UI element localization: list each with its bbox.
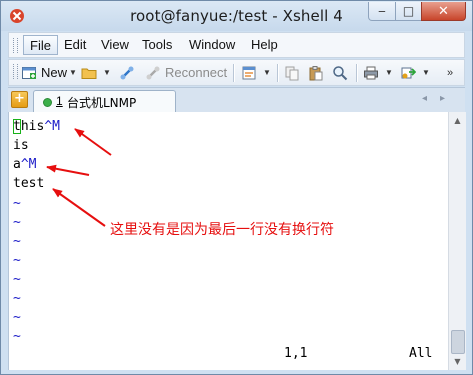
- empty-line-tilde: ~: [13, 329, 21, 344]
- scroll-indicator: All: [409, 346, 433, 361]
- terminal-line: this^M: [13, 119, 60, 135]
- connection-status-icon: [43, 98, 52, 107]
- tab-label: 台式机LNMP: [67, 96, 137, 110]
- terminal-view[interactable]: this^M is a^M test ~ ~ ~ ~ ~ ~ ~ ~ 这里没有是…: [8, 112, 449, 370]
- toolbar-separator: [233, 64, 235, 82]
- new-dropdown-icon[interactable]: ▼: [69, 68, 77, 77]
- toolbar-grip-handle[interactable]: [13, 64, 18, 79]
- menu-edit[interactable]: Edit: [58, 35, 92, 55]
- line-text: is: [13, 138, 29, 153]
- paste-button[interactable]: [308, 63, 328, 82]
- print-button[interactable]: ▼: [363, 63, 393, 82]
- plus-icon: +: [14, 91, 25, 106]
- arrow-to-line3: [46, 164, 90, 176]
- control-char: ^M: [20, 157, 37, 172]
- toolbar: New ▼ ▼ Reconnect ▼ ▼ ▼ »: [8, 59, 465, 86]
- new-session-button[interactable]: New ▼: [21, 63, 77, 82]
- scroll-thumb[interactable]: [451, 330, 465, 354]
- new-label: New: [41, 65, 68, 80]
- transfer-dropdown-icon[interactable]: ▼: [422, 68, 430, 77]
- find-button[interactable]: [332, 63, 352, 82]
- transfer-icon: [401, 67, 416, 78]
- arrow-to-line1: [74, 128, 112, 156]
- terminal-line: test: [13, 176, 44, 192]
- maximize-icon: □: [402, 4, 415, 18]
- add-session-tab-button[interactable]: +: [11, 91, 28, 108]
- tab-number: 1: [56, 94, 63, 108]
- print-dropdown-icon[interactable]: ▼: [385, 68, 393, 77]
- maximize-button[interactable]: □: [395, 2, 422, 21]
- copy-icon: [285, 66, 299, 80]
- menu-window[interactable]: Window: [183, 35, 241, 55]
- menu-grip-handle[interactable]: [13, 38, 18, 53]
- menu-tools[interactable]: Tools: [136, 35, 178, 55]
- folder-dropdown-icon[interactable]: ▼: [103, 68, 111, 77]
- transfer-button[interactable]: ▼: [400, 63, 430, 82]
- cursor-position: 1,1: [284, 346, 308, 361]
- empty-line-tilde: ~: [13, 272, 21, 287]
- tab-prev-icon[interactable]: ◂: [422, 93, 427, 104]
- connect-button[interactable]: [119, 63, 139, 82]
- close-button[interactable]: ✕: [421, 2, 466, 21]
- new-session-icon: [22, 66, 36, 79]
- toolbar-overflow-button[interactable]: »: [447, 63, 453, 82]
- close-icon: ✕: [438, 3, 449, 19]
- reconnect-label: Reconnect: [165, 65, 228, 80]
- vertical-scrollbar[interactable]: ▲ ▼: [448, 112, 466, 370]
- annotation-note: 这里没有是因为最后一行没有换行符: [110, 222, 334, 238]
- arrow-to-line4: [52, 188, 106, 227]
- menu-help[interactable]: Help: [245, 35, 284, 55]
- empty-line-tilde: ~: [13, 291, 21, 306]
- empty-line-tilde: ~: [13, 196, 21, 211]
- paste-icon: [309, 65, 323, 80]
- empty-line-tilde: ~: [13, 215, 21, 230]
- empty-line-tilde: ~: [13, 234, 21, 249]
- menu-view[interactable]: View: [95, 35, 135, 55]
- control-char: ^M: [44, 119, 60, 134]
- line-text: a: [13, 157, 21, 172]
- terminal-line: is: [13, 138, 29, 154]
- empty-line-tilde: ~: [13, 253, 21, 268]
- folder-icon: [81, 68, 97, 79]
- chevron-right-icon: »: [447, 66, 454, 79]
- toolbar-separator: [277, 64, 279, 82]
- scroll-down-icon[interactable]: ▼: [449, 353, 466, 370]
- properties-icon: [242, 66, 256, 79]
- terminal-line: a^M: [13, 157, 36, 173]
- empty-line-tilde: ~: [13, 310, 21, 325]
- tab-next-icon[interactable]: ▸: [440, 93, 445, 104]
- reconnect-icon: [146, 66, 160, 79]
- title-bar[interactable]: root@fanyue:/test - Xshell 4 ‒ □ ✕: [1, 1, 472, 31]
- minimize-button[interactable]: ‒: [368, 2, 396, 21]
- menu-bar: File Edit View Tools Window Help: [8, 32, 465, 58]
- session-tab-bar: + 1 台式机LNMP ◂ ▸: [8, 87, 465, 112]
- properties-button[interactable]: ▼: [241, 63, 271, 82]
- scroll-up-icon[interactable]: ▲: [449, 112, 466, 129]
- copy-button[interactable]: [284, 63, 304, 82]
- session-tab[interactable]: 1 台式机LNMP: [33, 90, 176, 112]
- open-folder-button[interactable]: ▼: [81, 63, 111, 82]
- xshell-window: root@fanyue:/test - Xshell 4 ‒ □ ✕ File …: [0, 0, 473, 375]
- properties-dropdown-icon[interactable]: ▼: [263, 68, 271, 77]
- link-icon: [120, 66, 134, 79]
- magnifier-icon: [333, 65, 348, 80]
- minimize-icon: ‒: [378, 4, 386, 18]
- line-text: test: [13, 176, 45, 191]
- line-text: his: [20, 119, 45, 134]
- cursor: t: [13, 119, 21, 134]
- reconnect-button[interactable]: Reconnect: [145, 63, 227, 82]
- menu-file[interactable]: File: [23, 35, 58, 55]
- printer-icon: [364, 66, 378, 79]
- annotation-arrows: [46, 128, 112, 227]
- toolbar-separator: [356, 64, 358, 82]
